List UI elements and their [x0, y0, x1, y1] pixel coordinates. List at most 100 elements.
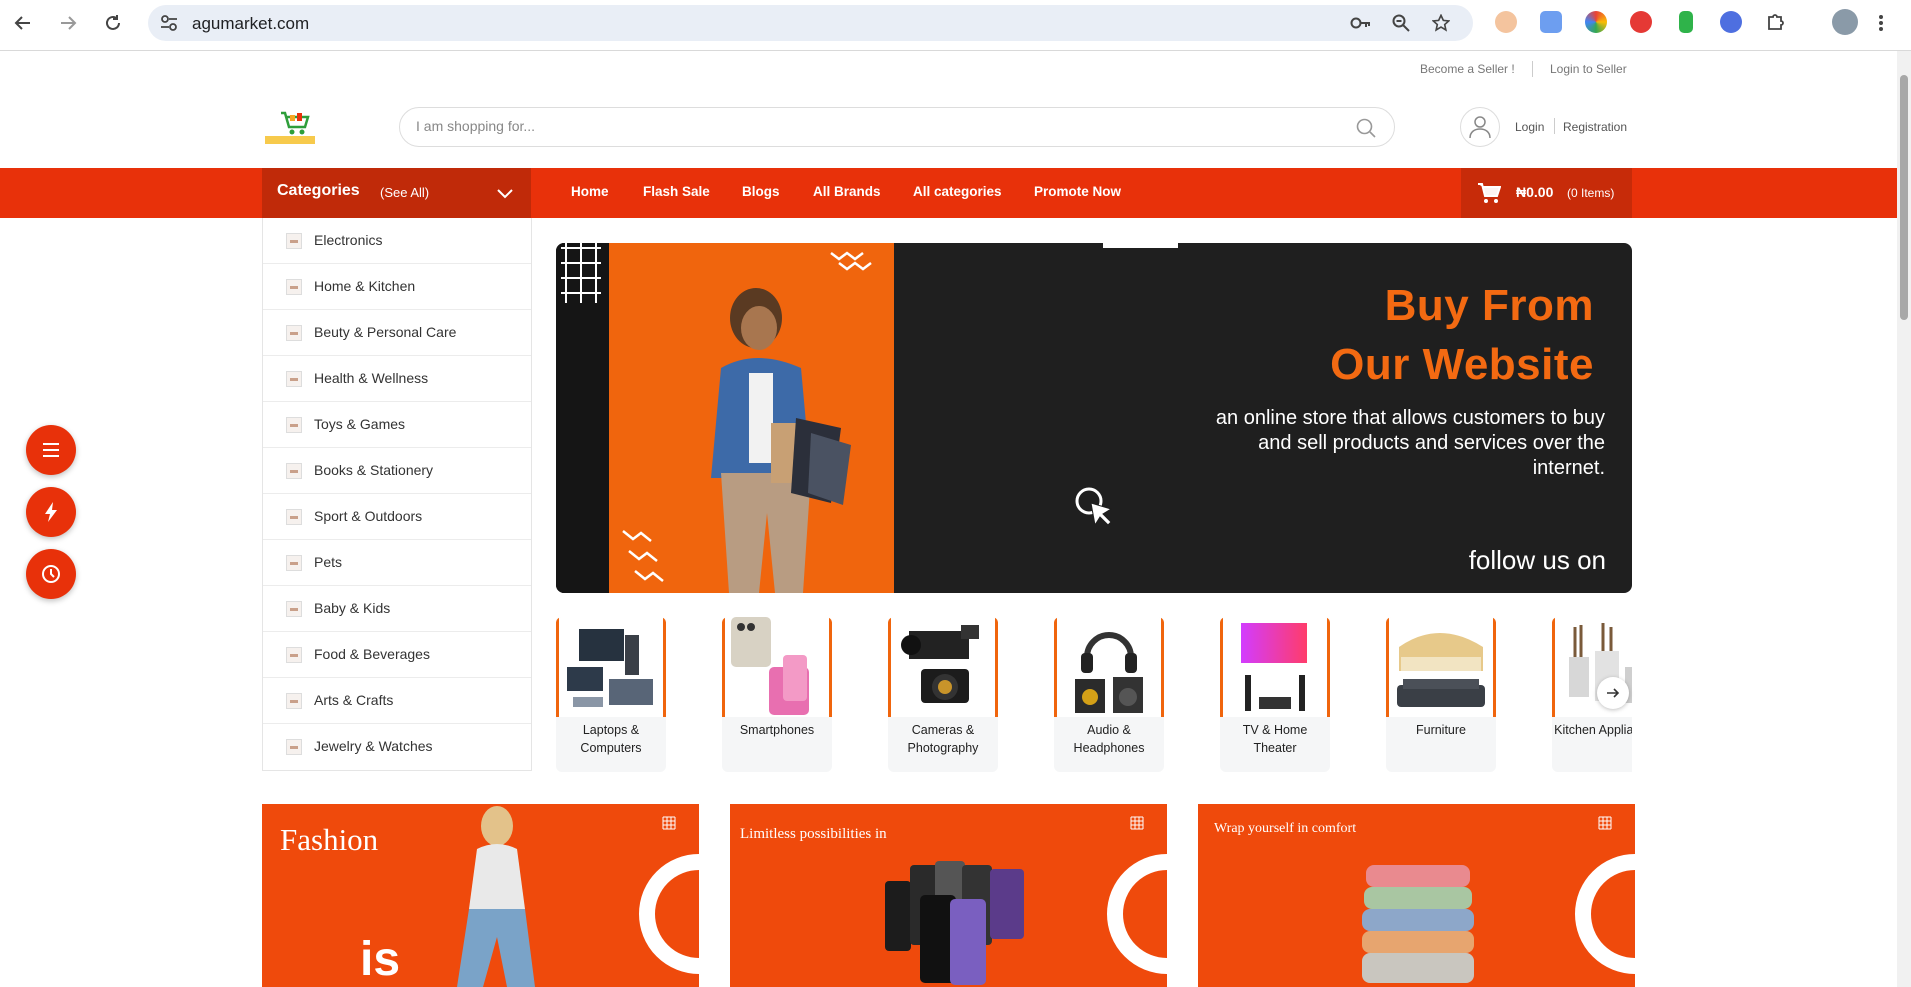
category-label[interactable]: Baby & Kids	[314, 600, 390, 616]
category-card-cameras[interactable]: Cameras & Photography	[888, 617, 998, 772]
category-label[interactable]: Sport & Outdoors	[314, 508, 422, 524]
category-label[interactable]: Books & Stationery	[314, 462, 433, 478]
zoom-icon[interactable]	[1390, 13, 1412, 33]
category-card-tv[interactable]: TV & Home Theater	[1220, 617, 1330, 772]
category-arts[interactable]: Arts & Crafts	[263, 678, 531, 724]
reload-icon[interactable]	[100, 10, 126, 36]
category-home-kitchen[interactable]: Home & Kitchen	[263, 264, 531, 310]
category-electronics[interactable]: Electronics	[263, 218, 531, 264]
category-carousel: Laptops & Computers Smartphones Cameras …	[556, 617, 1632, 772]
categories-title[interactable]: Categories	[277, 182, 360, 200]
nav-all-categories[interactable]: All categories	[913, 184, 1002, 199]
hero-title-line1: Buy From	[1384, 281, 1594, 330]
address-bar[interactable]: agumarket.com	[148, 5, 1473, 41]
carousel-next-button[interactable]	[1597, 677, 1629, 709]
category-label[interactable]: Jewelry & Watches	[314, 738, 433, 754]
category-card-smartphones[interactable]: Smartphones	[722, 617, 832, 772]
url-text[interactable]: agumarket.com	[192, 14, 309, 34]
promo-title: Fashion	[280, 822, 379, 857]
towels-illustration	[1362, 865, 1474, 983]
category-label[interactable]: Pets	[314, 554, 342, 570]
category-thumb-icon	[286, 325, 302, 341]
login-link[interactable]: Login	[1515, 120, 1544, 134]
become-seller-link[interactable]: Become a Seller !	[1420, 62, 1515, 76]
category-label[interactable]: Toys & Games	[314, 416, 405, 432]
category-health[interactable]: Health & Wellness	[263, 356, 531, 402]
menu-kebab-icon[interactable]	[1874, 10, 1888, 36]
registration-link[interactable]: Registration	[1563, 120, 1627, 134]
bookmark-star-icon[interactable]	[1430, 13, 1452, 33]
promo-banner-phones[interactable]: Limitless possibilities in	[730, 804, 1167, 987]
promo-banner-fashion[interactable]: Fashion is	[262, 804, 699, 987]
category-jewelry[interactable]: Jewelry & Watches	[263, 724, 531, 770]
nav-all-brands[interactable]: All Brands	[813, 184, 881, 199]
card-label[interactable]: Furniture	[1386, 721, 1496, 739]
extension-battery-icon[interactable]	[1679, 11, 1693, 33]
category-thumb-icon	[286, 601, 302, 617]
card-label[interactable]: Laptops & Computers	[556, 721, 666, 757]
category-label[interactable]: Home & Kitchen	[314, 278, 415, 294]
search-box	[399, 107, 1395, 147]
grid-decoration	[1130, 816, 1144, 830]
profile-avatar-icon[interactable]	[1832, 9, 1858, 35]
search-icon[interactable]	[1356, 118, 1376, 138]
card-label[interactable]: Smartphones	[722, 721, 832, 739]
promo-banner-comfort[interactable]: Wrap yourself in comfort	[1198, 804, 1635, 987]
password-key-icon[interactable]	[1350, 13, 1372, 33]
nav-flash-sale[interactable]: Flash Sale	[643, 184, 710, 199]
cart-item-count[interactable]: (0 Items)	[1567, 186, 1614, 200]
category-thumb-icon	[286, 233, 302, 249]
category-label[interactable]: Arts & Crafts	[314, 692, 393, 708]
category-label[interactable]: Health & Wellness	[314, 370, 428, 386]
nav-home[interactable]: Home	[571, 184, 609, 199]
nav-promote-now[interactable]: Promote Now	[1034, 184, 1121, 199]
category-label[interactable]: Electronics	[314, 232, 382, 248]
nav-blogs[interactable]: Blogs	[742, 184, 780, 199]
hero-banner[interactable]: Buy From Our Website an online store tha…	[556, 243, 1632, 593]
category-baby[interactable]: Baby & Kids	[263, 586, 531, 632]
category-thumb-icon	[286, 279, 302, 295]
grid-decoration	[662, 816, 676, 830]
category-card-furniture[interactable]: Furniture	[1386, 617, 1496, 772]
site-logo[interactable]	[263, 107, 319, 147]
back-icon[interactable]	[10, 10, 36, 36]
category-card-audio[interactable]: Audio & Headphones	[1054, 617, 1164, 772]
card-label[interactable]: Kitchen Appliances	[1552, 721, 1632, 739]
category-toys[interactable]: Toys & Games	[263, 402, 531, 448]
login-seller-link[interactable]: Login to Seller	[1550, 62, 1627, 76]
cart-amount[interactable]: ₦0.00	[1516, 184, 1553, 200]
extension-color-icon[interactable]	[1585, 11, 1607, 33]
category-books[interactable]: Books & Stationery	[263, 448, 531, 494]
ring-decoration	[1575, 854, 1635, 974]
extension-avatar-icon[interactable]	[1495, 11, 1517, 33]
card-label[interactable]: Audio & Headphones	[1054, 721, 1164, 757]
category-beauty[interactable]: Beuty & Personal Care	[263, 310, 531, 356]
extensions-puzzle-icon[interactable]	[1765, 11, 1787, 33]
extension-adblock-icon[interactable]	[1630, 11, 1652, 33]
floating-recent-button[interactable]	[26, 549, 76, 599]
category-pets[interactable]: Pets	[263, 540, 531, 586]
phones-illustration	[885, 861, 1024, 985]
scrollbar-thumb[interactable]	[1900, 75, 1908, 320]
card-label[interactable]: Cameras & Photography	[888, 721, 998, 757]
category-food[interactable]: Food & Beverages	[263, 632, 531, 678]
extension-vpn-icon[interactable]	[1720, 11, 1742, 33]
category-label[interactable]: Food & Beverages	[314, 646, 430, 662]
search-input[interactable]	[416, 118, 1316, 134]
floating-flash-sale-button[interactable]	[26, 487, 76, 537]
user-account-button[interactable]	[1460, 107, 1500, 147]
extension-copy-icon[interactable]	[1540, 11, 1562, 33]
forward-icon[interactable]	[55, 10, 81, 36]
category-card-laptops[interactable]: Laptops & Computers	[556, 617, 666, 772]
category-label[interactable]: Beuty & Personal Care	[314, 324, 456, 340]
card-label[interactable]: TV & Home Theater	[1220, 721, 1330, 757]
cart-icon[interactable]	[1477, 182, 1502, 204]
see-all-link[interactable]: (See All)	[380, 185, 429, 200]
category-thumb-icon	[286, 371, 302, 387]
chevron-down-icon[interactable]	[496, 184, 514, 202]
category-sport[interactable]: Sport & Outdoors	[263, 494, 531, 540]
floating-menu-button[interactable]	[26, 425, 76, 475]
list-icon	[43, 443, 59, 457]
site-info-icon[interactable]	[158, 13, 180, 33]
category-thumb-icon	[286, 647, 302, 663]
